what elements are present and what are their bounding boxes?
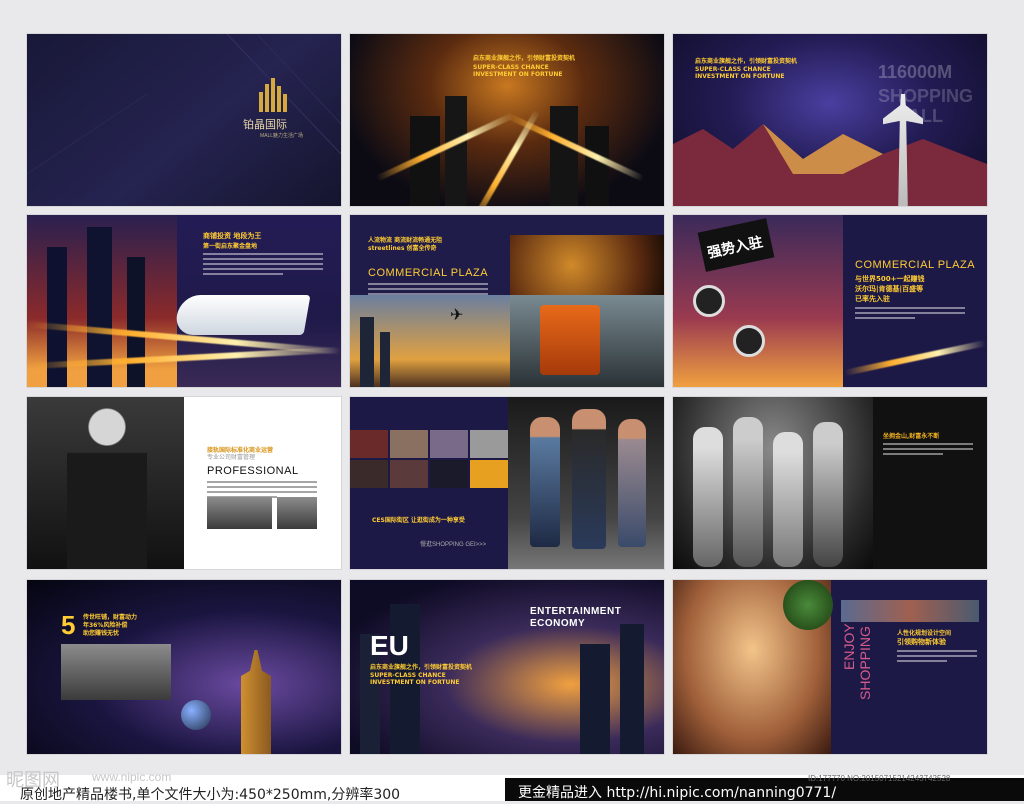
- brochure-page-entertainment: ENTERTAINMENT ECONOMY EU 启东商业旗舰之作，引领财富投资…: [350, 580, 664, 754]
- cover-diagonal-lines: [27, 34, 341, 175]
- building: [360, 317, 374, 387]
- building: [620, 624, 644, 754]
- clock-icon: [733, 325, 765, 357]
- brochure-page-party: 坐拥金山,财富永不断: [673, 397, 987, 569]
- page-title: 接轨国际标准化商业运营: [207, 447, 274, 454]
- brand-subtitle: MALL魅力生活广场: [260, 133, 304, 139]
- brochure-page-fashion: CES国际街区 让逛街成为一种享受 慢逛SHOPPING GEI>>>: [350, 397, 664, 569]
- shopping-vertical: SHOPPING: [857, 626, 873, 700]
- photo-tile: [350, 460, 388, 488]
- page-headline: 启东商业旗舰之作，引领财富投资契机: [695, 58, 798, 65]
- brochure-page-mountains: 116000M SHOPPING MALL 启东商业旗舰之作，引领财富投资契机 …: [673, 34, 987, 206]
- page-title: 坐拥金山,财富永不断: [883, 433, 940, 440]
- building: [580, 644, 610, 754]
- street-photo: [841, 600, 979, 622]
- economy-heading: ECONOMY: [530, 618, 586, 629]
- promo-number: 5: [61, 610, 76, 640]
- promo-line-1: 传世旺铺，财富动力: [83, 614, 138, 621]
- person-figure: [530, 417, 560, 547]
- promo-line-2: 年36%风险补偿: [83, 622, 128, 629]
- partner-line-1: 与世界500+一起赚钱: [855, 275, 925, 283]
- plant: [783, 580, 833, 630]
- person-figure: [618, 419, 646, 547]
- light-trail: [469, 109, 541, 206]
- brochure-page-shopping: ENJOY SHOPPING 人性化规划设计空间 引领购物新体验: [673, 580, 987, 754]
- model-photo: [61, 644, 171, 700]
- page-headline: 启东商业旗舰之作，引领财富投资契机: [370, 664, 473, 671]
- person-figure: [693, 427, 723, 567]
- page-subtitle: 慢逛SHOPPING GEI>>>: [420, 542, 487, 548]
- page-subtitle: streetlines 创富全传奇: [368, 245, 437, 252]
- page-title: 人流物流 商流财流畅通无阻: [368, 237, 443, 244]
- eu-mark: EU: [370, 630, 409, 661]
- coins-photo: [510, 235, 664, 295]
- page-subtitle: 引领购物新体验: [897, 638, 946, 646]
- page-headline: 启东商业旗舰之作，引领财富投资契机: [473, 55, 576, 62]
- skyscraper: [241, 650, 271, 754]
- photo-tile: [470, 460, 508, 488]
- enjoy-vertical: ENJOY: [841, 623, 857, 670]
- page-en-line-2: INVESTMENT ON FORTUNE: [473, 71, 563, 78]
- building: [127, 257, 145, 387]
- brochure-page-tower: 5 传世旺铺，财富动力 年36%风险补偿 助您赚钱无忧: [27, 580, 341, 754]
- body-text: [855, 307, 965, 322]
- partner-line-2: 沃尔玛|肯德基|百盛等: [855, 285, 924, 293]
- page-title: 商铺投资 地段为王: [203, 232, 262, 240]
- light-trail: [843, 340, 987, 376]
- body-text: [897, 650, 977, 665]
- page-title: CES国际街区 让逛街成为一种享受: [372, 517, 465, 524]
- page-subtitle: 第一街启东聚金盘地: [203, 243, 258, 250]
- person-figure: [773, 432, 803, 567]
- promo-line-3: 助您赚钱无忧: [83, 630, 120, 637]
- brochure-page-city-beams: 启东商业旗舰之作，引领财富投资契机 SUPER-CLASS CHANCE INV…: [350, 34, 664, 206]
- airplane-photo: [350, 295, 510, 387]
- building: [445, 96, 467, 206]
- watermark-url: www.nipic.com: [92, 770, 172, 784]
- page-en-line-2: INVESTMENT ON FORTUNE: [370, 679, 460, 686]
- photo-tile: [390, 430, 428, 458]
- brochure-page-professional: 接轨国际标准化商业运营 专业公司财富管理 PROFESSIONAL: [27, 397, 341, 569]
- person-figure: [572, 409, 606, 549]
- office-photo: [207, 497, 272, 529]
- footer-link[interactable]: 更金精品进入 http://hi.nipic.com/nanning0771/: [518, 782, 836, 802]
- building: [550, 106, 578, 206]
- brand-name: 铂晶国际: [243, 118, 287, 131]
- photo-tile: [430, 460, 468, 488]
- truck: [540, 305, 600, 375]
- partner-line-3: 已率先入驻: [855, 295, 890, 303]
- brochure-page-logistics: 人流物流 商流财流畅通无阻 streetlines 创富全传奇 COMMERCI…: [350, 215, 664, 387]
- page-subtitle: 专业公司财富管理: [207, 455, 256, 461]
- page-title: 人性化规划设计空间: [897, 630, 952, 637]
- page-en-line-1: SUPER-CLASS CHANCE: [473, 64, 549, 71]
- page-en-line-1: SUPER-CLASS CHANCE: [695, 66, 771, 73]
- building: [585, 126, 609, 206]
- page-en-line-2: INVESTMENT ON FORTUNE: [695, 73, 785, 80]
- professional-heading: PROFESSIONAL: [207, 465, 299, 477]
- commercial-plaza-heading: COMMERCIAL PLAZA: [368, 267, 489, 279]
- planet: [181, 700, 211, 730]
- office-photo: [277, 497, 317, 529]
- photo-tile: [470, 430, 508, 458]
- airplane-icon: ✈: [450, 307, 464, 324]
- page-en-line-1: SUPER-CLASS CHANCE: [370, 672, 446, 679]
- brochure-page-train: 商铺投资 地段为王 第一街启东聚金盘地: [27, 215, 341, 387]
- photo-tile: [430, 430, 468, 458]
- person-figure: [813, 422, 843, 567]
- image-id: ID:177770 NO:20150715214243742528: [808, 774, 951, 783]
- photo-tile: [350, 430, 388, 458]
- train: [173, 295, 311, 335]
- building: [380, 332, 390, 387]
- entertainment-heading: ENTERTAINMENT: [530, 606, 622, 617]
- person-figure: [733, 417, 763, 567]
- brand-logo-icon: [259, 78, 287, 112]
- footer-description: 原创地产精品楼书,单个文件大小为:450*250mm,分辨率300: [20, 787, 401, 803]
- body-text: [203, 253, 323, 278]
- man-silhouette: [67, 402, 147, 569]
- clock-icon: [693, 285, 725, 317]
- photo-tile: [390, 460, 428, 488]
- commercial-plaza-heading: COMMERCIAL PLAZA: [855, 259, 976, 271]
- body-text: [883, 443, 973, 458]
- brochure-page-cover: 铂晶国际 MALL魅力生活广场: [27, 34, 341, 206]
- brochure-page-signage: 强势入驻 COMMERCIAL PLAZA 与世界500+一起赚钱 沃尔玛|肯德…: [673, 215, 987, 387]
